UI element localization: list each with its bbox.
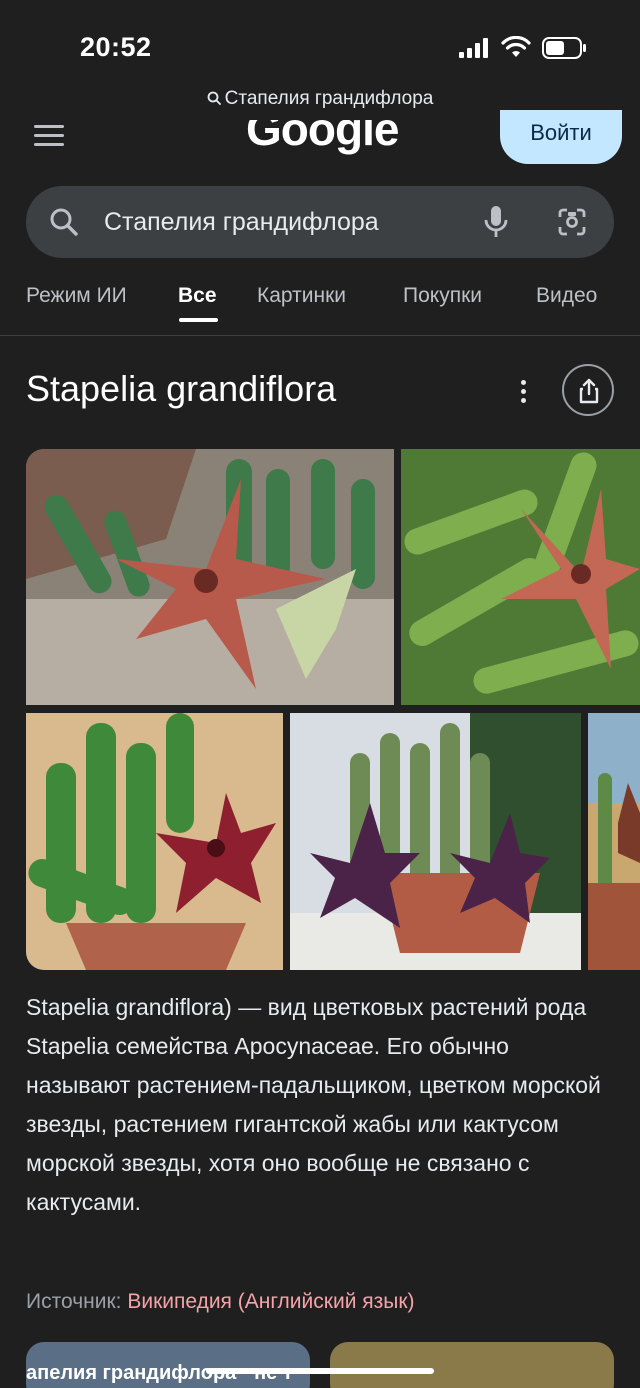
knowledge-panel-title: Stapelia grandiflora <box>26 368 337 409</box>
logo-text: Google <box>246 120 399 155</box>
tab-ai-mode[interactable]: Режим ИИ <box>26 284 127 308</box>
google-header: Google Войти <box>0 110 640 180</box>
home-indicator[interactable] <box>206 1368 434 1374</box>
search-box[interactable]: Стапелия грандифлора <box>26 186 614 258</box>
active-tab-indicator <box>179 318 218 322</box>
search-tabs: Режим ИИ Все Картинки Покупки Видео <box>0 278 640 336</box>
address-bar[interactable]: Стапелия грандифлора <box>0 88 640 110</box>
search-input[interactable]: Стапелия грандифлора <box>104 208 379 237</box>
search-icon <box>207 91 221 105</box>
signin-button[interactable]: Войти <box>500 110 622 164</box>
plant-image-2[interactable] <box>401 449 640 705</box>
share-icon <box>579 378 599 404</box>
plant-image-5[interactable] <box>588 713 640 970</box>
google-logo[interactable]: Google <box>230 120 410 170</box>
tab-images[interactable]: Картинки <box>257 284 346 308</box>
tab-all[interactable]: Все <box>178 284 217 308</box>
source-line: Источник: Википедия (Английский язык) <box>26 1290 415 1314</box>
status-time: 20:52 <box>80 32 152 62</box>
plant-image-3[interactable] <box>26 713 283 970</box>
tab-video[interactable]: Видео <box>536 284 597 308</box>
battery-icon <box>542 37 586 59</box>
source-label: Источник: <box>26 1290 122 1313</box>
knowledge-panel-description: Stapelia grandiflora) — вид цветковых ра… <box>26 994 601 1215</box>
address-text: Стапелия грандифлора <box>224 88 434 109</box>
plant-image-4[interactable] <box>290 713 581 970</box>
related-card-1[interactable]: апелия грандифлора · не т <box>26 1342 310 1388</box>
cellular-signal-icon <box>459 38 491 58</box>
camera-lens-icon[interactable] <box>556 206 588 238</box>
status-bar: 20:52 <box>0 0 640 90</box>
plant-image-1[interactable] <box>26 449 394 705</box>
tab-shopping[interactable]: Покупки <box>403 284 482 308</box>
related-card-2[interactable] <box>330 1342 614 1388</box>
search-icon <box>50 208 78 236</box>
source-link[interactable]: Википедия (Английский язык) <box>127 1290 414 1313</box>
microphone-icon[interactable] <box>482 204 510 240</box>
wifi-icon <box>501 36 531 57</box>
more-options-icon[interactable] <box>516 378 532 406</box>
share-button[interactable] <box>562 364 614 416</box>
menu-icon[interactable] <box>34 125 64 147</box>
